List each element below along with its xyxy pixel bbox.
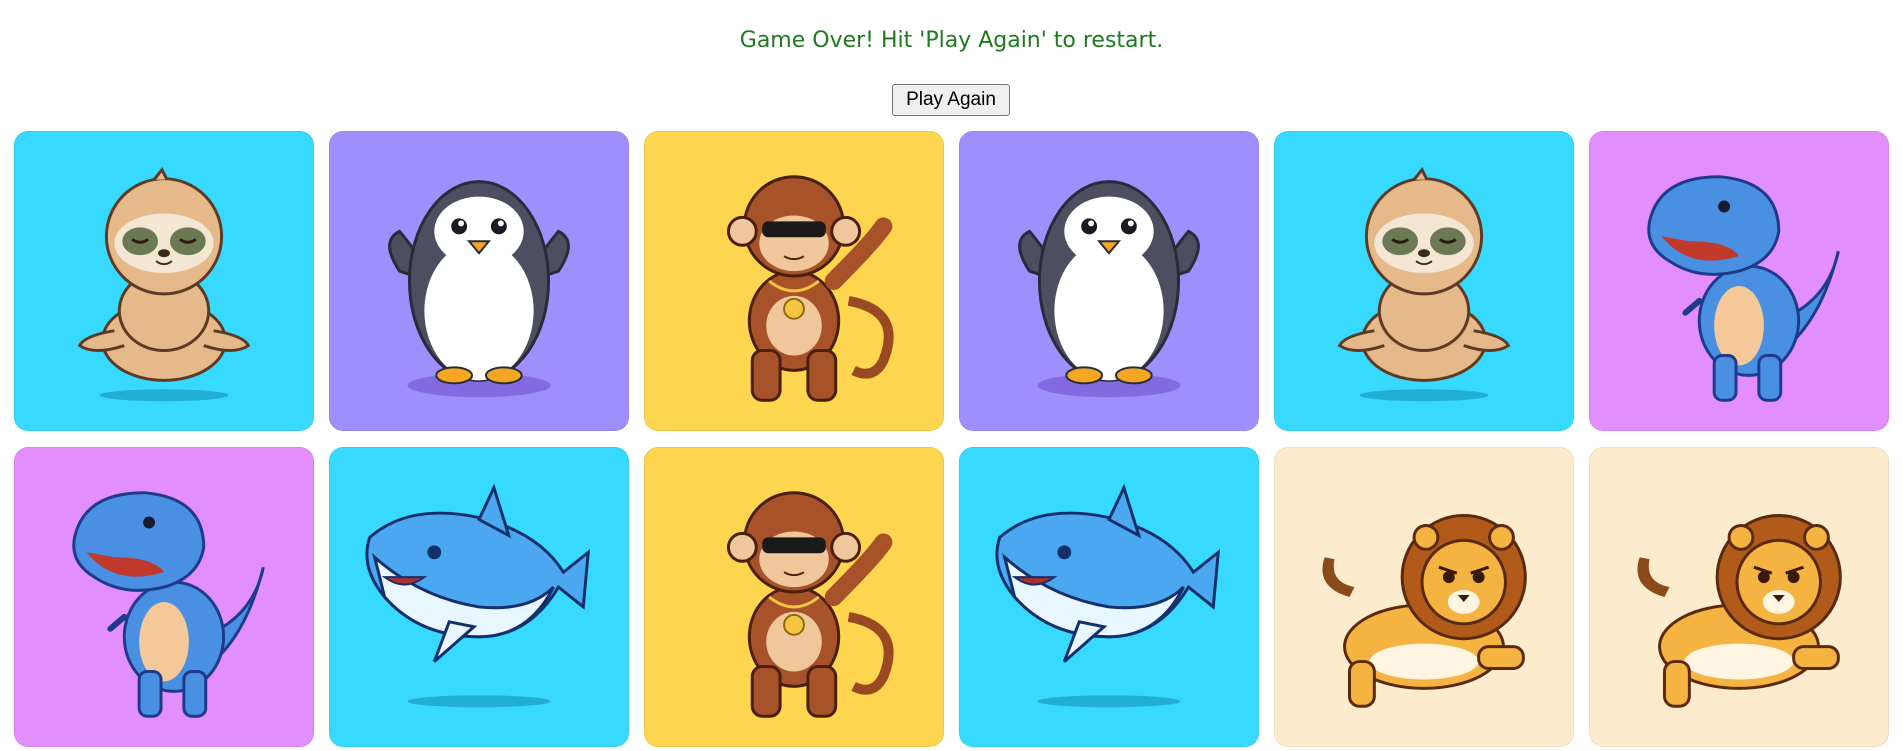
memory-card[interactable]: [1274, 447, 1574, 747]
game-status-message: Game Over! Hit 'Play Again' to restart.: [739, 28, 1164, 53]
memory-card[interactable]: [959, 447, 1259, 747]
memory-card[interactable]: [14, 131, 314, 431]
memory-card[interactable]: [329, 131, 629, 431]
memory-card[interactable]: [14, 447, 314, 747]
memory-card[interactable]: [644, 447, 944, 747]
memory-card[interactable]: [1589, 131, 1889, 431]
play-again-button[interactable]: Play Again: [892, 84, 1010, 116]
memory-card[interactable]: [959, 131, 1259, 431]
memory-card[interactable]: [644, 131, 944, 431]
memory-card[interactable]: [1274, 131, 1574, 431]
memory-card[interactable]: [329, 447, 629, 747]
memory-card-grid: [14, 131, 1890, 747]
memory-card[interactable]: [1589, 447, 1889, 747]
